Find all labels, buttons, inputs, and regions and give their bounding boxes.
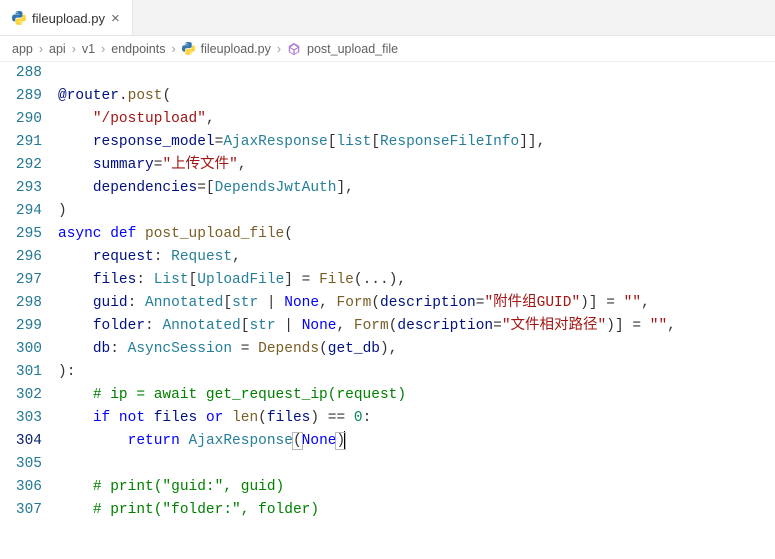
code-line[interactable]: request: Request, — [58, 246, 775, 269]
code-line[interactable]: files: List[UploadFile] = File(...), — [58, 269, 775, 292]
code-line[interactable]: # ip = await get_request_ip(request) — [58, 384, 775, 407]
line-number: 295 — [0, 223, 42, 246]
line-number: 305 — [0, 453, 42, 476]
code-line[interactable]: ) — [58, 200, 775, 223]
python-file-icon — [12, 11, 26, 25]
line-number: 303 — [0, 407, 42, 430]
code-line[interactable]: if not files or len(files) == 0: — [58, 407, 775, 430]
line-number: 298 — [0, 292, 42, 315]
line-number: 296 — [0, 246, 42, 269]
line-number: 290 — [0, 108, 42, 131]
line-number: 300 — [0, 338, 42, 361]
crumb-v1[interactable]: v1 — [82, 42, 95, 56]
line-number: 306 — [0, 476, 42, 499]
symbol-method-icon — [287, 42, 301, 56]
python-file-icon — [182, 42, 195, 55]
line-number: 297 — [0, 269, 42, 292]
breadcrumb: app › api › v1 › endpoints › fileupload.… — [0, 36, 775, 62]
chevron-right-icon: › — [72, 42, 76, 56]
code-line[interactable]: "/postupload", — [58, 108, 775, 131]
line-number: 293 — [0, 177, 42, 200]
chevron-right-icon: › — [277, 42, 281, 56]
code-line[interactable]: dependencies=[DependsJwtAuth], — [58, 177, 775, 200]
code-line[interactable]: guid: Annotated[str | None, Form(descrip… — [58, 292, 775, 315]
code-line[interactable]: db: AsyncSession = Depends(get_db), — [58, 338, 775, 361]
line-number: 294 — [0, 200, 42, 223]
code-line[interactable]: summary="上传文件", — [58, 154, 775, 177]
code-line[interactable]: folder: Annotated[str | None, Form(descr… — [58, 315, 775, 338]
chevron-right-icon: › — [39, 42, 43, 56]
tab-bar: fileupload.py × — [0, 0, 775, 36]
chevron-right-icon: › — [171, 42, 175, 56]
line-number: 288 — [0, 62, 42, 85]
code-line[interactable]: # print("folder:", folder) — [58, 499, 775, 522]
tab-fileupload[interactable]: fileupload.py × — [0, 0, 133, 35]
line-number: 304 — [0, 430, 42, 453]
code-line[interactable]: async def post_upload_file( — [58, 223, 775, 246]
line-number: 291 — [0, 131, 42, 154]
code-line[interactable] — [58, 453, 775, 476]
crumb-app[interactable]: app — [12, 42, 33, 56]
crumb-endpoints[interactable]: endpoints — [111, 42, 165, 56]
chevron-right-icon: › — [101, 42, 105, 56]
line-number: 301 — [0, 361, 42, 384]
line-number: 299 — [0, 315, 42, 338]
line-number-gutter: 2882892902912922932942952962972982993003… — [0, 62, 58, 522]
crumb-api[interactable]: api — [49, 42, 66, 56]
code-line[interactable]: response_model=AjaxResponse[list[Respons… — [58, 131, 775, 154]
crumb-file[interactable]: fileupload.py — [201, 42, 271, 56]
code-line[interactable]: ): — [58, 361, 775, 384]
tab-label: fileupload.py — [32, 11, 105, 26]
code-line[interactable]: @router.post( — [58, 85, 775, 108]
crumb-symbol[interactable]: post_upload_file — [307, 42, 398, 56]
code-line[interactable]: return AjaxResponse(None) — [58, 430, 775, 453]
code-line[interactable] — [58, 62, 775, 85]
text-cursor — [344, 431, 345, 449]
line-number: 289 — [0, 85, 42, 108]
line-number: 302 — [0, 384, 42, 407]
line-number: 307 — [0, 499, 42, 522]
close-icon[interactable]: × — [111, 10, 120, 27]
code-line[interactable]: # print("guid:", guid) — [58, 476, 775, 499]
line-number: 292 — [0, 154, 42, 177]
code-area[interactable]: @router.post( "/postupload", response_mo… — [58, 62, 775, 522]
code-editor[interactable]: 2882892902912922932942952962972982993003… — [0, 62, 775, 522]
